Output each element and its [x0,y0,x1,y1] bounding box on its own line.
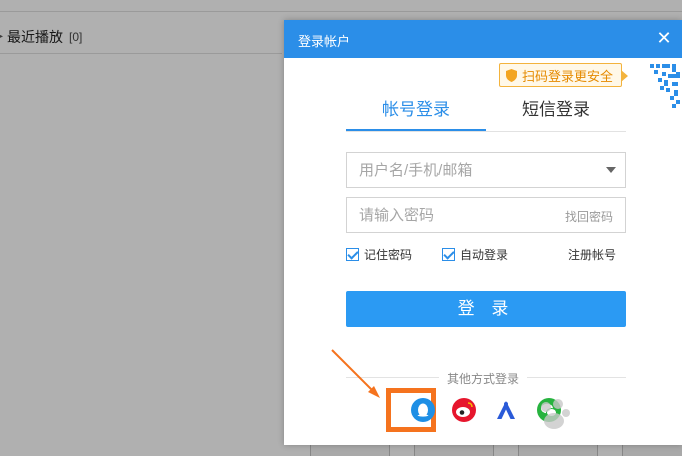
shield-icon [505,68,517,82]
login-tabs: 帐号登录 短信登录 [346,90,626,132]
login-options: 记住密码 自动登录 注册帐号 [346,246,626,262]
close-icon[interactable]: ✕ [654,28,674,48]
register-link[interactable]: 注册帐号 [568,246,616,263]
tab-sms-login[interactable]: 短信登录 [486,90,626,131]
forgot-password-link[interactable]: 找回密码 [565,208,613,225]
weibo-icon[interactable] [452,398,476,422]
dialog-header: 登录帐户 ✕ [284,20,682,58]
scan-login-text: 扫码登录更安全 [521,68,613,84]
qq-icon[interactable] [411,398,435,422]
username-input[interactable] [347,153,625,187]
username-field-wrapper [346,152,626,188]
login-button[interactable]: 登 录 [346,291,626,327]
dialog-title: 登录帐户 [298,34,351,49]
baidu-icon[interactable] [494,398,518,422]
annotation-arrow-icon [331,349,380,398]
remember-password-checkbox[interactable]: 记住密码 [346,246,412,263]
auto-login-checkbox[interactable]: 自动登录 [442,246,508,263]
checkbox-checked-icon [442,248,455,261]
checkbox-checked-icon [346,248,359,261]
qr-code-icon[interactable] [636,58,682,116]
password-field-wrapper: 找回密码 [346,197,626,233]
auto-login-label: 自动登录 [460,248,509,262]
tab-account-login[interactable]: 帐号登录 [346,90,486,131]
remember-password-label: 记住密码 [364,248,413,262]
scan-login-badge[interactable]: 扫码登录更安全 [498,63,629,87]
baidu-jingyan-watermark [536,395,676,440]
caret-down-icon[interactable] [606,167,616,173]
